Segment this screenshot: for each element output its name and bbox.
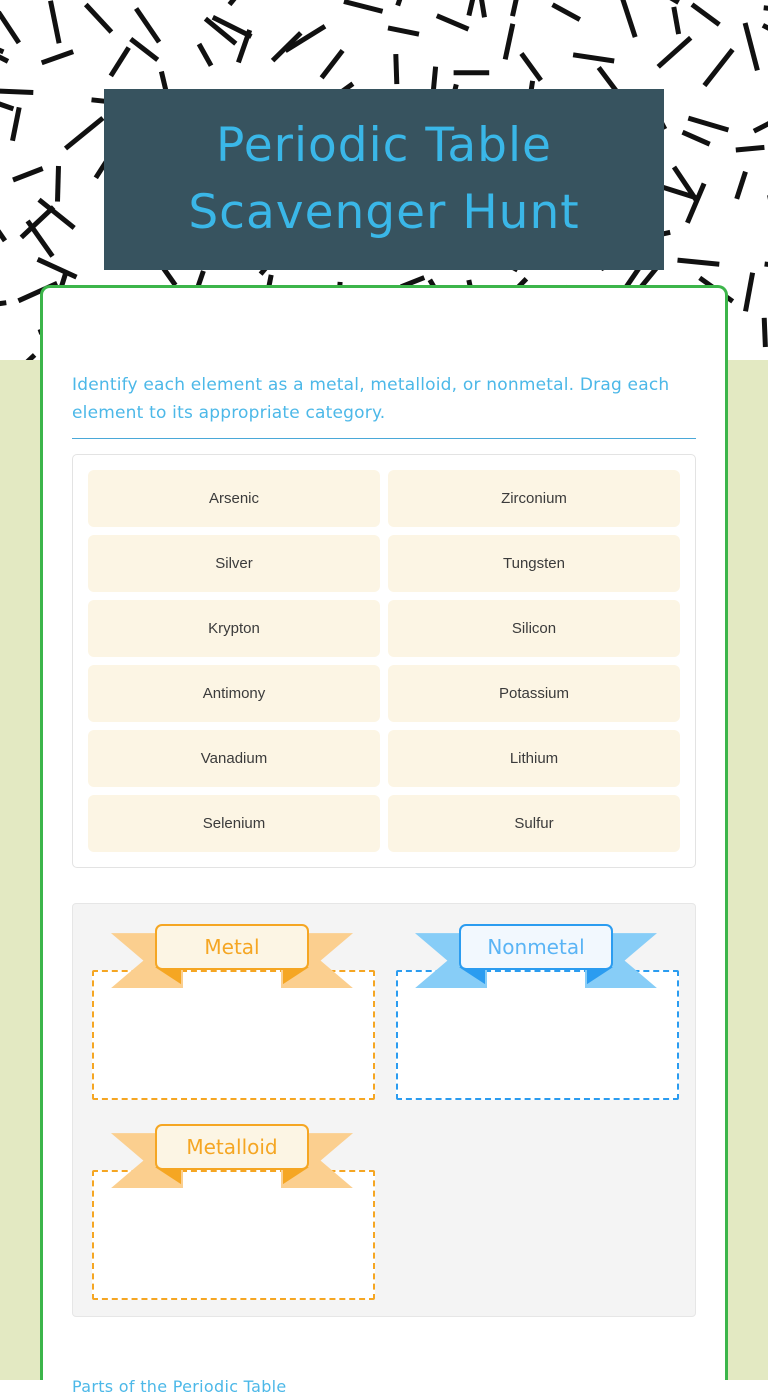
- category-label: Metalloid: [186, 1135, 277, 1159]
- dropzone-area[interactable]: [92, 970, 375, 1100]
- ribbon-center: Metalloid: [155, 1124, 309, 1170]
- instructions-text: Identify each element as a metal, metall…: [72, 372, 696, 427]
- category-drop-panel: Metal Nonmetal Metalloid: [72, 903, 696, 1317]
- element-tile[interactable]: Sulfur: [388, 795, 680, 852]
- category-label: Metal: [204, 935, 259, 959]
- element-tile[interactable]: Tungsten: [388, 535, 680, 592]
- dropzone-area[interactable]: [396, 970, 679, 1100]
- category-dropzone[interactable]: Nonmetal: [393, 922, 679, 1100]
- worksheet-card: Identify each element as a metal, metall…: [40, 285, 728, 1380]
- element-tile[interactable]: Silicon: [388, 600, 680, 657]
- element-tile-panel: ArsenicZirconiumSilverTungstenKryptonSil…: [72, 454, 696, 868]
- element-tile[interactable]: Potassium: [388, 665, 680, 722]
- element-tile[interactable]: Selenium: [88, 795, 380, 852]
- element-tile[interactable]: Silver: [88, 535, 380, 592]
- category-dropzone[interactable]: Metal: [89, 922, 375, 1100]
- page-title: Periodic Table Scavenger Hunt: [130, 113, 638, 246]
- element-tile[interactable]: Lithium: [388, 730, 680, 787]
- ribbon-center: Metal: [155, 924, 309, 970]
- element-tile[interactable]: Krypton: [88, 600, 380, 657]
- category-dropzone[interactable]: Metalloid: [89, 1122, 375, 1300]
- instructions-divider: [72, 438, 696, 439]
- category-label: Nonmetal: [487, 935, 584, 959]
- element-tile[interactable]: Zirconium: [388, 470, 680, 527]
- dropzone-area[interactable]: [92, 1170, 375, 1300]
- element-tile[interactable]: Antimony: [88, 665, 380, 722]
- element-tile[interactable]: Arsenic: [88, 470, 380, 527]
- ribbon-center: Nonmetal: [459, 924, 613, 970]
- element-tile[interactable]: Vanadium: [88, 730, 380, 787]
- worksheet-title-banner: Periodic Table Scavenger Hunt: [104, 89, 664, 270]
